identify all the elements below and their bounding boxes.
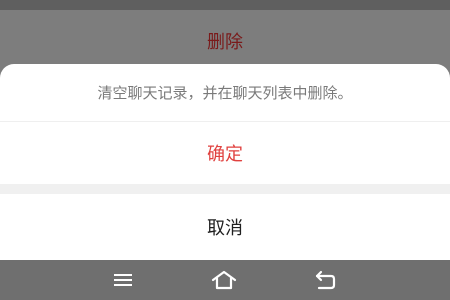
navigation-bar — [0, 260, 450, 300]
home-icon — [211, 270, 237, 290]
action-sheet: 清空聊天记录，并在聊天列表中删除。 确定 取消 — [0, 64, 450, 260]
action-sheet-divider — [0, 184, 450, 194]
cancel-button[interactable]: 取消 — [0, 194, 450, 260]
menu-icon — [114, 274, 132, 286]
back-button[interactable] — [300, 260, 350, 300]
confirm-label: 确定 — [207, 144, 243, 165]
menu-button[interactable] — [98, 260, 148, 300]
screen: 删除 清空聊天记录，并在聊天列表中删除。 确定 取消 — [0, 0, 450, 300]
message-text: 清空聊天记录，并在聊天列表中删除。 — [97, 84, 353, 102]
status-bar-strip — [0, 0, 450, 10]
cancel-label: 取消 — [207, 218, 243, 239]
confirm-button[interactable]: 确定 — [0, 122, 450, 184]
action-sheet-message: 清空聊天记录，并在聊天列表中删除。 — [0, 64, 450, 122]
back-icon — [315, 270, 336, 290]
background-delete-label: 删除 — [207, 32, 243, 53]
home-button[interactable] — [199, 260, 249, 300]
background-delete-option: 删除 — [0, 10, 450, 72]
